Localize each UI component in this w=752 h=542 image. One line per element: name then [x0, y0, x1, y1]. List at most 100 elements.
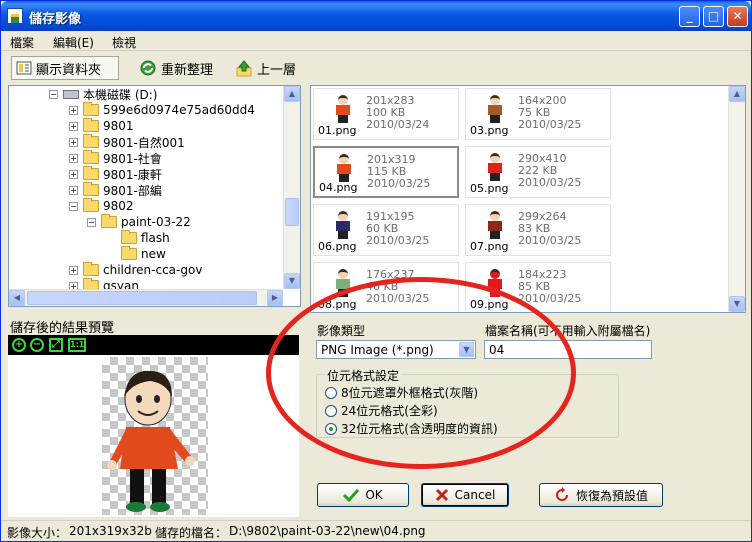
tree-item[interactable]: − paint-03-22: [87, 214, 191, 230]
show-folders-button[interactable]: 顯示資料夾: [11, 56, 119, 80]
tile-filename: 07.png: [470, 240, 509, 253]
expand-icon[interactable]: +: [69, 185, 78, 195]
pane-splitter[interactable]: [303, 85, 308, 517]
scroll-left-icon[interactable]: ◀: [9, 290, 25, 306]
close-button[interactable]: ✕: [727, 6, 748, 27]
folder-icon: [83, 102, 99, 116]
folder-icon: [83, 118, 99, 132]
drive-icon: [63, 89, 79, 99]
refresh-button[interactable]: 重新整理: [135, 56, 217, 80]
image-tile[interactable]: 06.png 191x195 60 KB 2010/03/25: [313, 204, 459, 256]
red-annotation-circle: [266, 277, 576, 469]
thumbnail-image: [484, 95, 506, 123]
expand-icon[interactable]: +: [69, 265, 78, 275]
expand-icon[interactable]: +: [69, 153, 78, 163]
tree-item-label: 9801-康軒: [103, 167, 162, 182]
zoom-in-icon[interactable]: +: [12, 338, 26, 352]
child-drawing-preview: [107, 370, 195, 512]
tree-item[interactable]: + 9801-部編: [69, 182, 162, 198]
minimize-button[interactable]: _: [679, 6, 700, 27]
expand-icon[interactable]: +: [69, 105, 78, 115]
scroll-thumb[interactable]: [27, 291, 257, 305]
actual-size-icon[interactable]: 1:1: [68, 338, 86, 352]
thumbnail-image: [484, 211, 506, 239]
folder-icon: [83, 166, 99, 180]
tile-meta: 201x283 100 KB 2010/03/24: [366, 94, 430, 131]
menu-bar: 檔案 編輯(E) 檢視: [1, 31, 751, 51]
app-icon: [7, 8, 23, 24]
folder-icon: [83, 134, 99, 148]
expand-icon[interactable]: +: [69, 121, 78, 131]
scroll-thumb[interactable]: [285, 198, 299, 226]
scroll-up-icon[interactable]: ▲: [284, 86, 300, 102]
maximize-button[interactable]: □: [703, 6, 724, 27]
tile-filename: 04.png: [319, 181, 358, 194]
status-size-value: 201x319x32b: [69, 524, 152, 538]
scroll-down-icon[interactable]: ▼: [729, 296, 745, 312]
title-bar[interactable]: 儲存影像 _ □ ✕: [1, 1, 751, 31]
tree-item[interactable]: − 本機磁碟 (D:): [49, 86, 157, 102]
status-path-label: 儲存的檔名：: [155, 526, 228, 540]
menu-file[interactable]: 檔案: [10, 34, 34, 51]
image-tile[interactable]: 07.png 299x264 83 KB 2010/03/25: [465, 204, 611, 256]
folder-icon: [83, 150, 99, 164]
reset-label: 恢復為預設值: [575, 488, 648, 503]
tree-item[interactable]: flash: [121, 230, 170, 246]
image-tile[interactable]: 05.png 290x410 222 KB 2010/03/25: [465, 146, 611, 198]
image-tile-selected[interactable]: 04.png 201x319 115 KB 2010/03/25: [313, 146, 459, 198]
reset-icon: [556, 487, 568, 501]
collapse-icon[interactable]: −: [69, 201, 78, 211]
folder-tree[interactable]: − 本機磁碟 (D:) + 599e6d0974e75ad60dd4 + 980…: [8, 85, 301, 307]
up-folder-button[interactable]: 上一層: [231, 56, 300, 80]
tree-item[interactable]: + 599e6d0974e75ad60dd4: [69, 102, 255, 118]
menu-edit[interactable]: 編輯(E): [53, 34, 94, 51]
expand-icon[interactable]: +: [69, 137, 78, 147]
collapse-icon[interactable]: −: [87, 217, 96, 227]
tree-item[interactable]: + children-cca-gov: [69, 262, 202, 278]
tree-item[interactable]: + 9801-自然001: [69, 134, 185, 150]
ok-button[interactable]: OK: [317, 483, 409, 507]
tile-filename: 01.png: [318, 124, 357, 137]
status-bar: 影像大小： 201x319x32b 儲存的檔名： D:\9802\paint-0…: [1, 520, 751, 541]
thumbnail-image: [333, 154, 355, 182]
tree-item[interactable]: + 9801-康軒: [69, 166, 162, 182]
tile-meta: 184x223 85 KB 2010/03/25: [518, 268, 582, 305]
image-tile[interactable]: 01.png 201x283 100 KB 2010/03/24: [313, 88, 459, 140]
tree-item-label: 9801-社會: [103, 151, 162, 166]
reset-defaults-button[interactable]: 恢復為預設值: [539, 483, 663, 507]
tree-item-label: children-cca-gov: [103, 263, 203, 277]
status-path-value: D:\9802\paint-03-22\new\04.png: [229, 524, 426, 538]
tree-item[interactable]: + 9801: [69, 118, 134, 134]
tree-vertical-scrollbar[interactable]: ▲ ▼: [283, 86, 300, 289]
cancel-x-icon: [435, 488, 448, 502]
toolbar: 顯示資料夾 重新整理 上一層: [1, 52, 751, 84]
scroll-up-icon[interactable]: ▲: [729, 86, 745, 102]
expand-icon[interactable]: +: [69, 169, 78, 179]
tree-item-selected[interactable]: new: [121, 246, 166, 262]
refresh-label: 重新整理: [161, 62, 214, 78]
tile-meta: 201x319 115 KB 2010/03/25: [367, 153, 431, 190]
tree-item-label: 599e6d0974e75ad60dd4: [103, 103, 255, 117]
tree-item[interactable]: − 9802: [69, 198, 134, 214]
transparency-checkerboard: [102, 357, 208, 515]
cancel-button[interactable]: Cancel: [421, 483, 509, 507]
gallery-vertical-scrollbar[interactable]: ▲ ▼: [728, 86, 745, 312]
image-tile[interactable]: 03.png 164x200 75 KB 2010/03/25: [465, 88, 611, 140]
menu-view[interactable]: 檢視: [112, 34, 136, 51]
fit-to-window-icon[interactable]: ⤢: [49, 338, 63, 352]
zoom-out-icon[interactable]: −: [30, 338, 44, 352]
scroll-down-icon[interactable]: ▼: [284, 273, 300, 289]
tree-item-label: 9802: [103, 199, 134, 213]
preview-toolbar: + − ⤢ 1:1: [8, 335, 299, 355]
tree-item-label: new: [141, 247, 166, 261]
image-gallery[interactable]: 01.png 201x283 100 KB 2010/03/24 03.png 16…: [310, 85, 746, 313]
collapse-icon[interactable]: −: [49, 89, 58, 99]
tile-filename: 06.png: [318, 240, 357, 253]
refresh-icon: [140, 60, 156, 76]
tile-filename: 03.png: [470, 124, 509, 137]
tile-meta: 191x195 60 KB 2010/03/25: [366, 210, 430, 247]
tree-item[interactable]: + 9801-社會: [69, 150, 162, 166]
tile-meta: 164x200 75 KB 2010/03/25: [518, 94, 582, 131]
tree-horizontal-scrollbar[interactable]: ◀ ▶: [9, 289, 283, 306]
scroll-right-icon[interactable]: ▶: [267, 290, 283, 306]
